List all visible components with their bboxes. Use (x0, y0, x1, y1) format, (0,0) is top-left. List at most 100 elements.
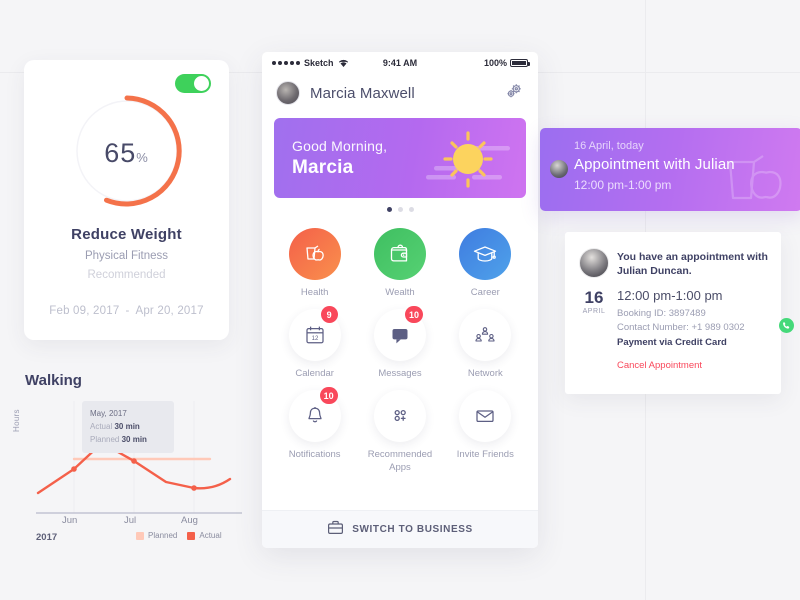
appointment-headline: You have an appointment with Julian Dunc… (617, 251, 768, 277)
pager-dot-3[interactable] (408, 207, 414, 212)
app-label-career: Career (470, 287, 500, 298)
status-bar-time: 9:41 AM (382, 58, 418, 68)
app-tile-recommended-apps[interactable]: Recommended Apps (357, 384, 442, 474)
appointment-payment-method: Payment via Credit Card (617, 337, 727, 348)
calendar-icon: 12 9 (288, 306, 341, 361)
appointment-banner-time: 12:00 pm-1:00 pm (574, 178, 672, 192)
app-label-messages: Messages (378, 368, 422, 379)
badge-notifications: 10 (319, 387, 338, 404)
greeting-text: Good Morning, Marcia (292, 138, 387, 179)
page-title: Marcia Maxwell (310, 84, 415, 102)
status-bar: Sketch 9:41 AM 100% (262, 52, 538, 74)
greeting-line: Good Morning, (292, 138, 388, 154)
status-bar-right: 100% (417, 58, 530, 68)
app-tile-career[interactable]: Career (443, 222, 528, 299)
app-tile-calendar[interactable]: 12 9 Calendar (272, 303, 357, 380)
goal-subtitle: Physical Fitness (84, 250, 169, 262)
legend-label-actual: Actual (199, 531, 222, 540)
apps-plus-icon (373, 390, 426, 442)
app-tile-network[interactable]: Network (443, 303, 528, 380)
x-tick-aug: Aug (181, 515, 198, 526)
screen-root: 65% Reduce Weight Physical Fitness Recom… (0, 0, 800, 600)
walking-chart-title: Walking (25, 372, 82, 389)
progress-value-group: 65% (24, 138, 229, 169)
chart-tooltip: May, 2017 Actual 30 min Planned 30 min (82, 401, 174, 453)
appointment-time: 12:00 pm-1:00 pm (617, 288, 723, 303)
tooltip-planned-label: Planned (90, 435, 120, 444)
graduation-cap-icon (459, 228, 512, 280)
app-tile-invite-friends[interactable]: Invite Friends (443, 384, 528, 474)
toggle-knob (194, 76, 209, 91)
switch-to-business-label: SWITCH TO BUSINESS (352, 524, 473, 535)
appointment-banner[interactable]: 16 April, today Appointment with Julian … (540, 128, 800, 211)
battery-full-icon (510, 59, 530, 67)
app-label-calendar: Calendar (295, 368, 334, 379)
gears-icon[interactable] (504, 81, 524, 106)
wallet-icon (373, 228, 426, 280)
chart-year-label: 2017 (36, 532, 58, 543)
avatar[interactable] (276, 81, 300, 105)
svg-text:12: 12 (311, 336, 318, 342)
app-tile-wealth[interactable]: Wealth (357, 222, 442, 299)
pager-dot-1[interactable] (386, 207, 392, 212)
progress-ring: 65% (24, 92, 229, 217)
chat-bubble-icon: 10 (373, 306, 426, 361)
app-label-network: Network (467, 368, 503, 379)
goal-date-separator: - (125, 305, 130, 317)
goal-recommended-label: Recommended (87, 269, 166, 281)
battery-percent-label: 100% (483, 58, 507, 68)
goal-title: Reduce Weight (71, 226, 182, 243)
tooltip-planned-row: Planned 30 min (90, 433, 166, 446)
sun-icon (416, 128, 512, 195)
goal-date-start: Feb 09, 2017 (49, 305, 120, 317)
app-tile-health[interactable]: Health (272, 222, 357, 299)
goal-date-range: Feb 09, 2017- Apr 20, 2017 (24, 305, 229, 317)
x-tick-jul: Jul (124, 515, 137, 526)
phone-icon[interactable] (779, 318, 794, 333)
appointment-month: APRIL (582, 308, 606, 315)
tooltip-actual-row: Actual 30 min (90, 420, 166, 433)
cancel-appointment-link[interactable]: Cancel Appointment (617, 360, 702, 371)
progress-value: 65 (104, 138, 137, 168)
appointment-contact-number: Contact Number: +1 989 0302 (617, 322, 745, 333)
switch-to-business-button[interactable]: SWITCH TO BUSINESS (262, 510, 538, 548)
legend-item-planned: Planned (136, 531, 177, 540)
bell-icon: 10 (288, 387, 341, 442)
wifi-icon (338, 58, 349, 69)
app-tile-messages[interactable]: 10 Messages (357, 303, 442, 380)
chart-x-axis-labels: Jun Jul Aug (14, 515, 249, 529)
greeting-card[interactable]: Good Morning, Marcia (274, 118, 526, 198)
app-label-invite-friends: Invite Friends (456, 449, 514, 460)
appointment-banner-title: Appointment with Julian (574, 156, 735, 173)
phone-nav-bar: Marcia Maxwell (262, 74, 538, 112)
appointment-day: 16 (584, 288, 604, 307)
legend-swatch-actual (187, 531, 196, 540)
app-tile-notifications[interactable]: 10 Notifications (272, 384, 357, 474)
legend-swatch-planned (136, 531, 144, 540)
juice-apple-icon (722, 148, 792, 211)
badge-messages: 10 (404, 306, 423, 323)
julian-duncan-avatar (579, 248, 609, 278)
app-label-wealth: Wealth (385, 287, 415, 298)
goal-toggle[interactable] (175, 74, 211, 93)
greeting-name: Marcia (292, 157, 354, 178)
pager-dot-2[interactable] (397, 207, 403, 212)
goal-date-end: Apr 20, 2017 (135, 305, 204, 317)
app-label-recommended-apps: Recommended Apps (367, 449, 433, 473)
network-people-icon (459, 309, 512, 361)
legend-label-planned: Planned (148, 531, 178, 540)
juice-apple-icon (288, 228, 341, 280)
tooltip-actual-label: Actual (90, 422, 113, 431)
tooltip-planned-value: 30 min (121, 435, 147, 444)
app-label-notifications: Notifications (288, 449, 341, 460)
legend-item-actual: Actual (187, 531, 222, 540)
envelope-icon (459, 390, 512, 442)
goal-card: 65% Reduce Weight Physical Fitness Recom… (24, 60, 229, 340)
appointment-detail-card: You have an appointment with Julian Dunc… (565, 232, 794, 394)
badge-calendar: 9 (320, 306, 338, 323)
briefcase-icon (327, 520, 344, 540)
tooltip-month: May, 2017 (90, 409, 127, 418)
appointment-booking-id: Booking ID: 3897489 (617, 308, 706, 319)
appointment-banner-date: 16 April, today (574, 140, 644, 152)
chart-legend: Planned Actual (136, 531, 222, 540)
